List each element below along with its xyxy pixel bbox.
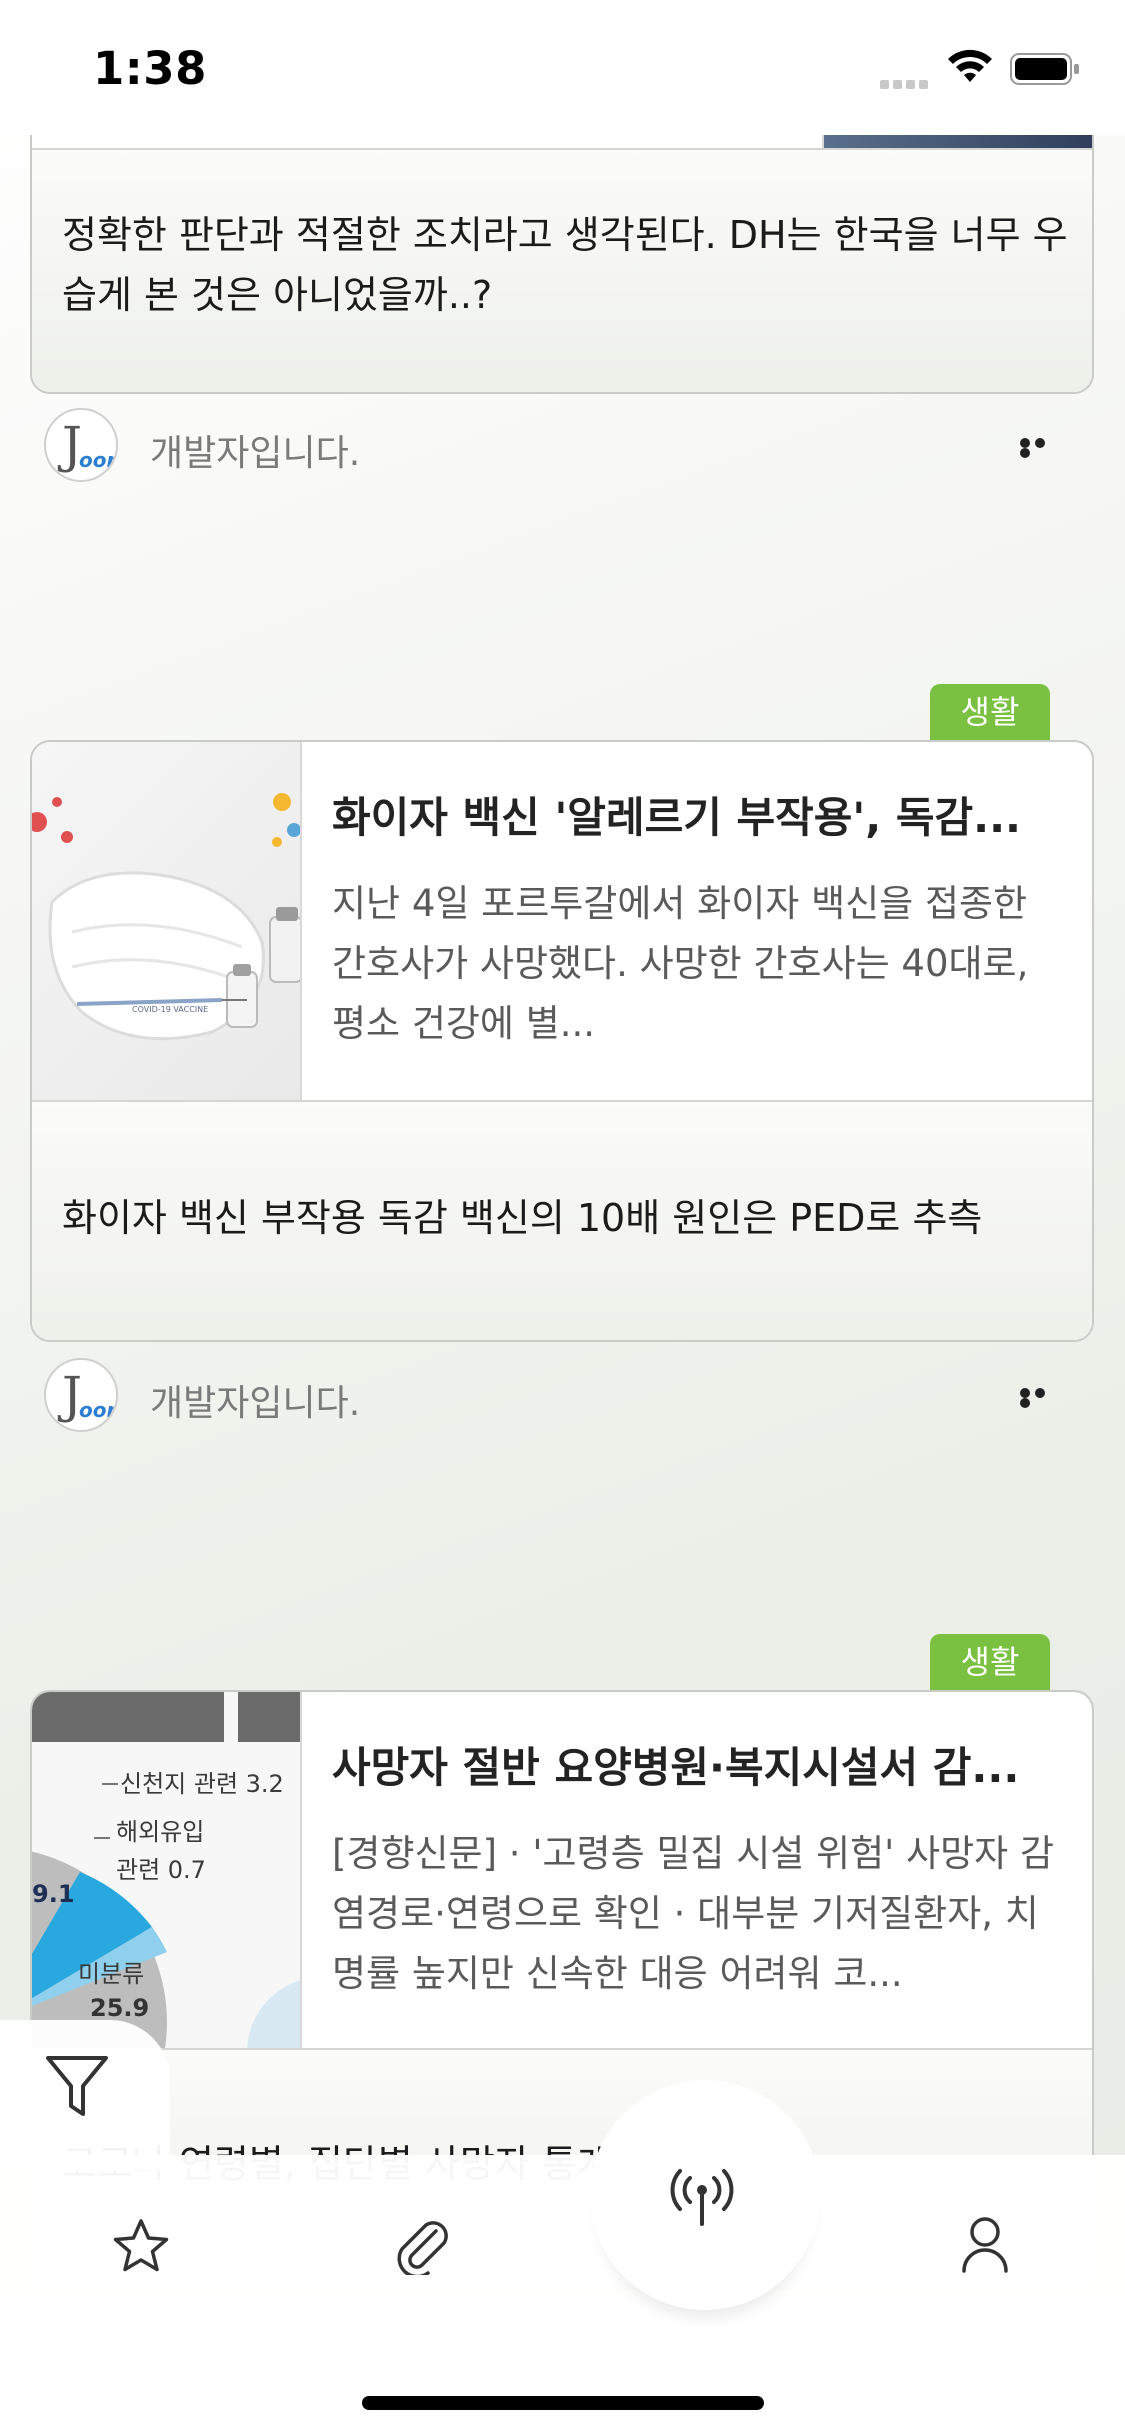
- card-description: 지난 4일 포르투갈에서 화이자 백신을 접종한 간호사가 사망했다. 사망한 …: [332, 882, 1029, 1045]
- card-caption: 화이자 백신 부작용 독감 백신의 10배 원인은 PED로 추측: [32, 1100, 1092, 1340]
- status-time: 1:38: [93, 42, 207, 95]
- filter-icon: [46, 2056, 108, 2116]
- person-icon[interactable]: [960, 2215, 1010, 2273]
- svg-text:9.1: 9.1: [32, 1880, 75, 1908]
- svg-text:관련 0.7: 관련 0.7: [116, 1856, 206, 1884]
- card-caption-text: 화이자 백신 부작용 독감 백신의 10배 원인은 PED로 추측: [62, 1196, 983, 1240]
- card-caption-text: 정확한 판단과 적절한 조치라고 생각된다. DH는 한국을 너무 우습게 본 …: [62, 213, 1068, 317]
- feed-card[interactable]: COVID-19 VACCINE 화이자 백신 '알레르기 부작용', 독감..…: [30, 740, 1094, 1342]
- author-name[interactable]: 개발자입니다.: [150, 1374, 360, 1426]
- svg-text:COVID-19 VACCINE: COVID-19 VACCINE: [132, 1005, 208, 1014]
- author-name[interactable]: 개발자입니다.: [150, 424, 360, 476]
- avatar[interactable]: J oon: [44, 1358, 118, 1432]
- card-thumbnail: COVID-19 VACCINE: [32, 742, 302, 1102]
- avatar[interactable]: J oon: [44, 408, 118, 482]
- svg-text:해외유입: 해외유입: [116, 1818, 204, 1846]
- pie-chart-image: 신천지 관련 3.2 해외유입 관련 0.7 9.1 미분류 25.9: [32, 1692, 300, 2052]
- card-title: 사망자 절반 요양병원·복지시설서 감...: [332, 1743, 1020, 1792]
- category-badge: 생활: [930, 684, 1050, 740]
- card-description: [경향신문] · '고령층 밀집 시설 위험' 사망자 감염경로·연령으로 확인…: [332, 1832, 1054, 1995]
- category-badge: 생활: [930, 1634, 1050, 1690]
- filter-button[interactable]: [0, 2020, 170, 2170]
- star-icon[interactable]: [112, 2218, 170, 2274]
- home-indicator[interactable]: [362, 2396, 764, 2410]
- status-bar: 1:38: [0, 0, 1125, 135]
- card-thumbnail: 신천지 관련 3.2 해외유입 관련 0.7 9.1 미분류 25.9: [32, 1692, 302, 2052]
- bottom-safe-area: [0, 2295, 1125, 2436]
- antenna-icon[interactable]: [670, 2168, 734, 2228]
- card-caption: 정확한 판단과 적절한 조치라고 생각된다. DH는 한국을 너무 우습게 본 …: [32, 148, 1092, 392]
- svg-text:미분류: 미분류: [78, 1960, 144, 1988]
- wifi-icon: [948, 49, 992, 82]
- cellular-signal-icon: [880, 74, 932, 93]
- svg-text:신천지 관련 3.2: 신천지 관련 3.2: [120, 1770, 284, 1798]
- battery-icon: [1010, 53, 1079, 85]
- paperclip-icon[interactable]: [392, 2215, 452, 2275]
- author-row: J oon 개발자입니다.: [44, 1358, 1094, 1434]
- more-options-icon[interactable]: [1020, 438, 1064, 458]
- svg-text:25.9: 25.9: [90, 1994, 149, 2022]
- vaccine-image: COVID-19 VACCINE: [32, 793, 300, 1041]
- card-title: 화이자 백신 '알레르기 부작용', 독감...: [332, 793, 1021, 842]
- author-row: J oon 개발자입니다.: [44, 408, 1094, 484]
- more-options-icon[interactable]: [1020, 1388, 1064, 1408]
